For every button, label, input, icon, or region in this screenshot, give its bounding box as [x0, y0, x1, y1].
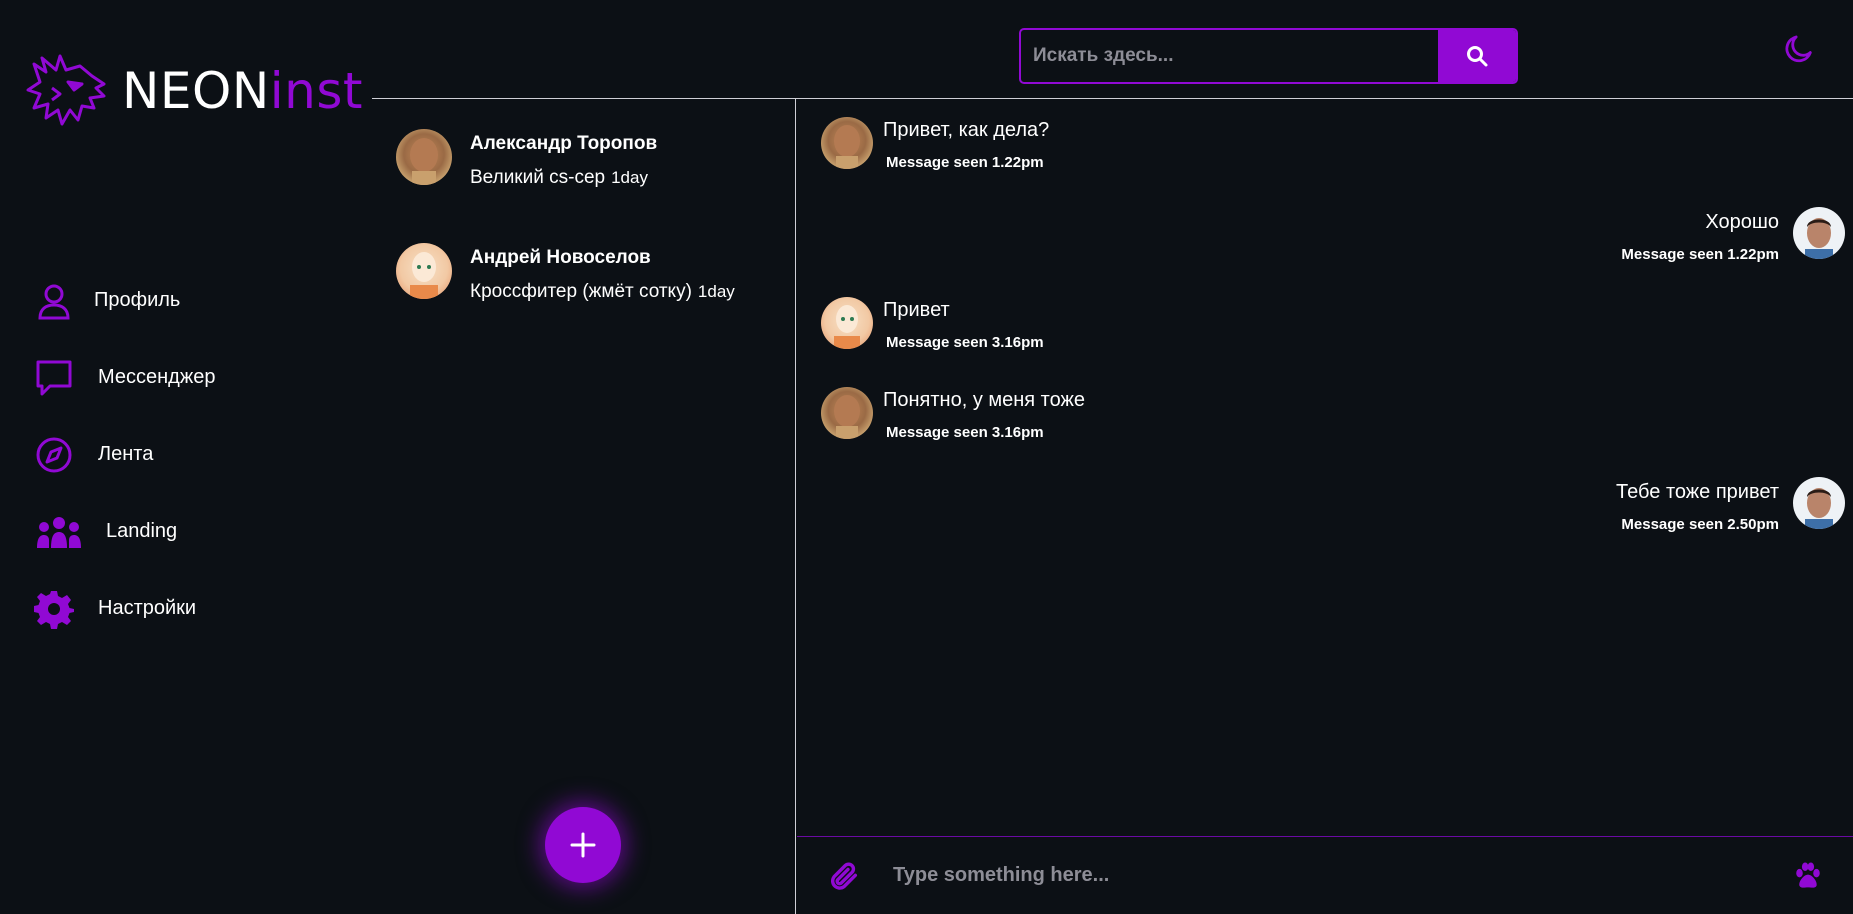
avatar [821, 387, 873, 439]
message-status: Message seen 3.16pm [886, 424, 1044, 441]
message-text: Привет, как дела? [883, 119, 1050, 141]
sidebar-item-feed[interactable]: Лента [34, 416, 215, 493]
search-input[interactable] [1021, 30, 1438, 82]
users-group-icon [34, 512, 84, 552]
sidebar-item-landing[interactable]: Landing [34, 493, 215, 570]
avatar [1793, 477, 1845, 529]
avatar [1793, 207, 1845, 259]
paw-icon[interactable] [1791, 859, 1825, 893]
message-incoming: Привет Message seen 3.16pm [821, 297, 1044, 351]
avatar [821, 297, 873, 349]
new-chat-button[interactable] [545, 807, 621, 883]
message-outgoing: Тебе тоже привет Message seen 2.50pm [1616, 477, 1845, 533]
contact-preview: Кроссфитер (жмёт сотку) 1day [470, 281, 735, 302]
message-incoming: Понятно, у меня тоже Message seen 3.16pm [821, 387, 1085, 441]
contact-item[interactable]: Андрей Новоселов Кроссфитер (жмёт сотку)… [396, 243, 735, 303]
plus-icon [570, 832, 596, 858]
dragon-logo-icon [26, 54, 106, 126]
sidebar-item-settings[interactable]: Настройки [34, 570, 215, 647]
moon-icon[interactable] [1782, 32, 1816, 66]
contact-name: Андрей Новоселов [470, 247, 651, 268]
avatar [821, 117, 873, 169]
search-bar [1019, 28, 1518, 84]
sidebar-item-label: Профиль [94, 289, 181, 311]
sidebar-item-label: Мессенджер [98, 366, 216, 388]
sidebar-item-label: Лента [98, 443, 154, 465]
message-status: Message seen 1.22pm [1621, 246, 1779, 263]
contact-time: 1day [697, 282, 735, 301]
avatar [396, 243, 452, 299]
gear-icon [34, 589, 74, 629]
message-status: Message seen 1.22pm [886, 154, 1044, 171]
search-button[interactable] [1438, 30, 1516, 82]
user-icon [34, 281, 74, 321]
sidebar-item-messenger[interactable]: Мессенджер [34, 339, 215, 416]
paperclip-icon[interactable] [827, 859, 861, 893]
sidebar-item-label: Landing [106, 520, 178, 542]
message-text: Привет [883, 299, 950, 321]
message-outgoing: Хорошо Message seen 1.22pm [1621, 207, 1845, 263]
chat-bubble-icon [34, 358, 74, 398]
brand-name: NEONinst [122, 62, 364, 120]
contact-name: Александр Торопов [470, 133, 658, 154]
message-text: Тебе тоже привет [1616, 481, 1779, 503]
message-input[interactable] [893, 864, 1791, 887]
message-status: Message seen 2.50pm [1621, 516, 1779, 533]
message-composer [797, 836, 1853, 914]
sidebar-nav: Профиль Мессенджер Лента Landing Настрой… [34, 262, 215, 647]
sidebar-item-profile[interactable]: Профиль [34, 262, 215, 339]
brand-logo[interactable]: NEONinst [24, 48, 363, 134]
contact-time: 1day [611, 168, 648, 187]
contact-item[interactable]: Александр Торопов Великий cs-сер 1day [396, 129, 657, 189]
compass-icon [34, 435, 74, 475]
sidebar-item-label: Настройки [98, 597, 197, 619]
avatar [396, 129, 452, 185]
message-text: Понятно, у меня тоже [883, 389, 1086, 411]
message-text: Хорошо [1705, 211, 1779, 233]
contacts-list: Александр Торопов Великий cs-сер 1day Анд… [372, 99, 796, 914]
contact-preview: Великий cs-сер 1day [470, 167, 648, 188]
message-status: Message seen 3.16pm [886, 334, 1044, 351]
message-incoming: Привет, как дела? Message seen 1.22pm [821, 117, 1049, 171]
search-icon [1467, 46, 1488, 67]
chat-thread: Привет, как дела? Message seen 1.22pm Хо… [797, 99, 1853, 914]
